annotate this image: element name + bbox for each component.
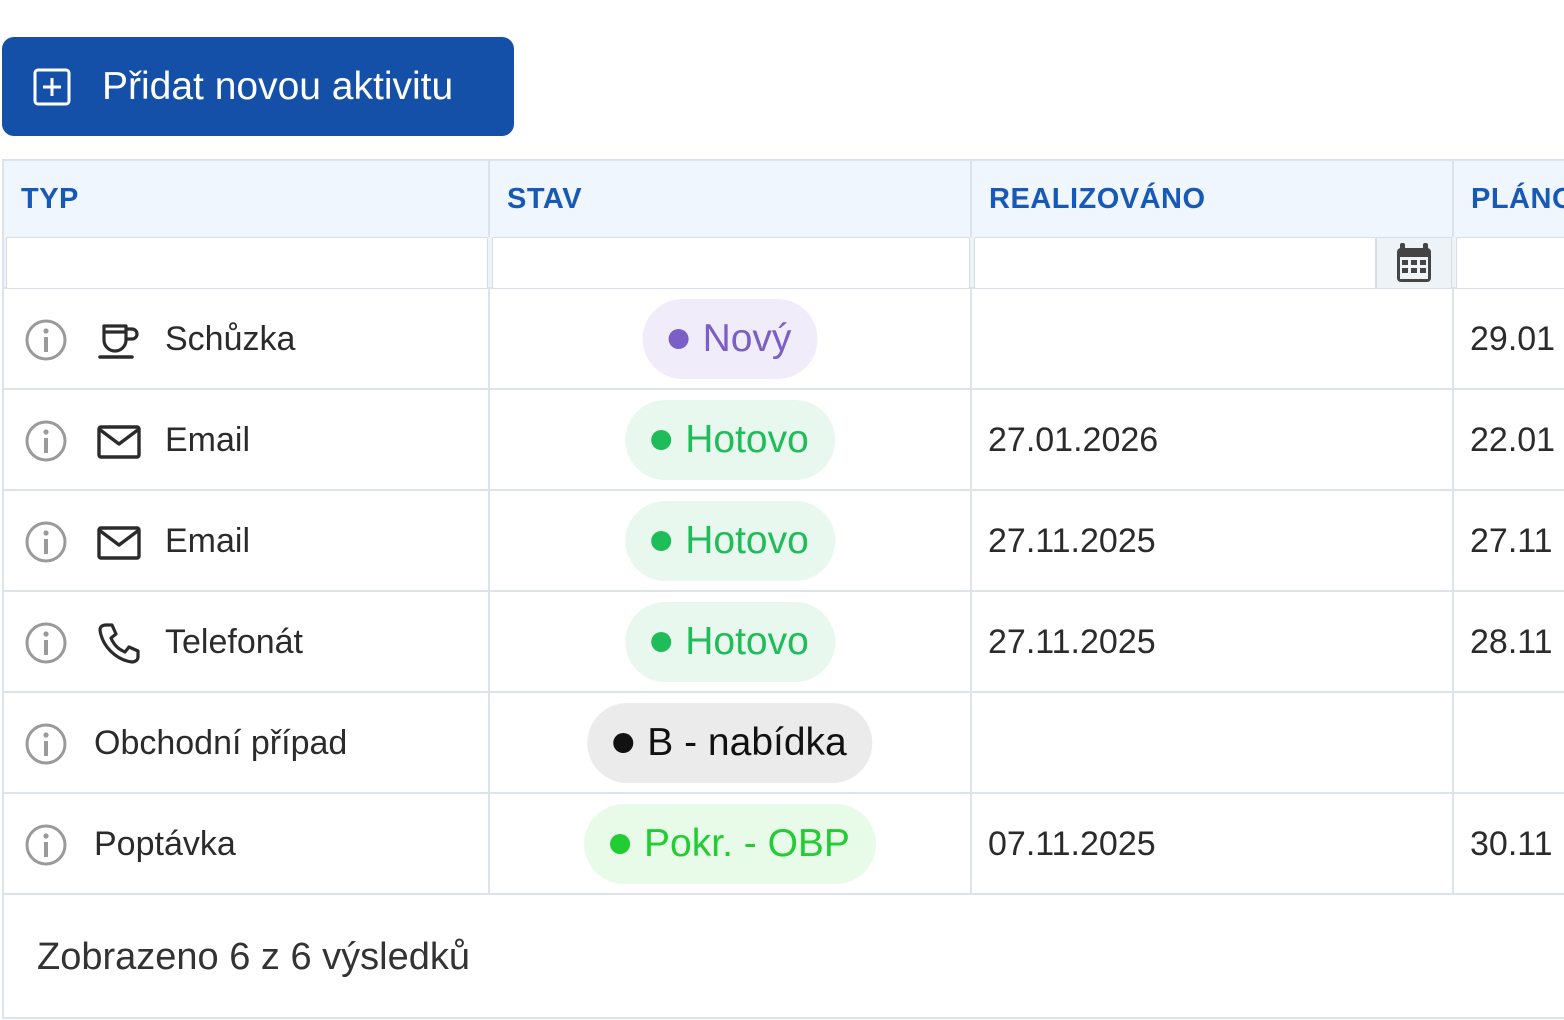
table-footer: Zobrazeno 6 z 6 výsledků bbox=[4, 895, 1564, 1017]
cell-typ: Obchodní případ bbox=[4, 693, 488, 792]
calendar-button[interactable] bbox=[1376, 237, 1452, 289]
type-label: Telefonát bbox=[165, 623, 303, 661]
type-label: Obchodní případ bbox=[94, 724, 348, 762]
cell-stav: Nový bbox=[490, 289, 970, 388]
info-icon[interactable] bbox=[24, 419, 68, 463]
envelope-icon bbox=[96, 520, 142, 564]
status-label: Pokr. - OBP bbox=[644, 822, 850, 865]
cell-planovano: 29.01 bbox=[1454, 289, 1564, 388]
cell-typ: Telefonát bbox=[4, 592, 488, 691]
planned-date: 22.01 bbox=[1470, 421, 1556, 459]
cell-realizovano: 07.11.2025 bbox=[972, 794, 1452, 893]
cell-typ: Poptávka bbox=[4, 794, 488, 893]
info-icon[interactable] bbox=[24, 520, 68, 564]
cell-planovano bbox=[1454, 693, 1564, 792]
status-badge: Hotovo bbox=[625, 501, 835, 581]
status-dot bbox=[610, 834, 631, 854]
status-dot bbox=[668, 329, 689, 349]
info-icon[interactable] bbox=[24, 722, 68, 766]
planned-date: 28.11 bbox=[1470, 623, 1553, 661]
column-header-typ[interactable]: TYP bbox=[4, 161, 490, 237]
filter-realizovano-input[interactable] bbox=[974, 237, 1376, 289]
planned-date: 27.11 bbox=[1470, 522, 1553, 560]
cell-planovano: 22.01 bbox=[1454, 390, 1564, 489]
status-dot bbox=[651, 531, 672, 551]
column-header-realizovano[interactable]: REALIZOVÁNO bbox=[972, 161, 1454, 237]
results-summary: Zobrazeno 6 z 6 výsledků bbox=[37, 936, 471, 978]
cell-planovano: 28.11 bbox=[1454, 592, 1564, 691]
cell-stav: Hotovo bbox=[490, 390, 970, 489]
filter-planovano-input[interactable] bbox=[1456, 237, 1564, 289]
status-label: Nový bbox=[702, 317, 792, 360]
envelope-icon bbox=[96, 419, 142, 463]
status-badge: B - nabídka bbox=[587, 703, 873, 783]
type-label: Poptávka bbox=[94, 825, 236, 863]
planned-date: 29.01 bbox=[1470, 320, 1556, 358]
table-row[interactable]: Email Hotovo 27.11.2025 27.11 bbox=[4, 491, 1564, 592]
filter-row bbox=[4, 237, 1564, 289]
cell-stav: Hotovo bbox=[490, 491, 970, 590]
column-header-stav[interactable]: STAV bbox=[490, 161, 972, 237]
status-dot bbox=[613, 733, 634, 753]
cell-realizovano: 27.01.2026 bbox=[972, 390, 1452, 489]
status-label: Hotovo bbox=[685, 418, 809, 461]
cell-planovano: 27.11 bbox=[1454, 491, 1564, 590]
cell-realizovano bbox=[972, 693, 1452, 792]
cell-stav: B - nabídka bbox=[490, 693, 970, 792]
status-label: B - nabídka bbox=[647, 721, 847, 764]
realized-date: 27.11.2025 bbox=[988, 522, 1156, 560]
table-row[interactable]: Telefonát Hotovo 27.11.2025 28.11 bbox=[4, 592, 1564, 693]
cell-stav: Hotovo bbox=[490, 592, 970, 691]
info-icon[interactable] bbox=[24, 318, 68, 362]
add-activity-button[interactable]: Přidat novou aktivitu bbox=[2, 37, 514, 136]
status-label: Hotovo bbox=[685, 519, 809, 562]
info-icon[interactable] bbox=[24, 621, 68, 665]
table-row[interactable]: Schůzka Nový 29.01 bbox=[4, 289, 1564, 390]
cell-realizovano: 27.11.2025 bbox=[972, 592, 1452, 691]
cell-realizovano bbox=[972, 289, 1452, 388]
realized-date: 27.11.2025 bbox=[988, 623, 1156, 661]
cell-planovano: 30.11 bbox=[1454, 794, 1564, 893]
type-label: Email bbox=[165, 421, 251, 459]
status-badge: Hotovo bbox=[625, 400, 835, 480]
plus-square-icon bbox=[33, 68, 71, 106]
status-badge: Hotovo bbox=[625, 602, 835, 682]
type-label: Schůzka bbox=[165, 320, 296, 358]
coffee-cup-icon bbox=[96, 318, 142, 362]
planned-date: 30.11 bbox=[1470, 825, 1553, 863]
table-header: TYP STAV REALIZOVÁNO PLÁNOVÁNO bbox=[4, 161, 1564, 237]
status-badge: Pokr. - OBP bbox=[584, 804, 876, 884]
cell-typ: Email bbox=[4, 491, 488, 590]
status-label: Hotovo bbox=[685, 620, 809, 663]
table-row[interactable]: Obchodní případ B - nabídka bbox=[4, 693, 1564, 794]
status-dot bbox=[651, 430, 672, 450]
calendar-icon bbox=[1397, 243, 1431, 282]
column-header-planovano[interactable]: PLÁNOVÁNO bbox=[1454, 161, 1564, 237]
type-label: Email bbox=[165, 522, 251, 560]
realized-date: 27.01.2026 bbox=[988, 421, 1159, 459]
status-badge: Nový bbox=[642, 299, 818, 379]
activities-table: TYP STAV REALIZOVÁNO PLÁNOVÁNO bbox=[2, 159, 1564, 1019]
filter-stav-input[interactable] bbox=[492, 237, 970, 289]
cell-typ: Schůzka bbox=[4, 289, 488, 388]
cell-realizovano: 27.11.2025 bbox=[972, 491, 1452, 590]
filter-typ-input[interactable] bbox=[6, 237, 488, 289]
table-row[interactable]: Email Hotovo 27.01.2026 22.01 bbox=[4, 390, 1564, 491]
table-row[interactable]: Poptávka Pokr. - OBP 07.11.2025 30.11 bbox=[4, 794, 1564, 895]
phone-icon bbox=[96, 621, 142, 665]
info-icon[interactable] bbox=[24, 823, 68, 867]
cell-typ: Email bbox=[4, 390, 488, 489]
status-dot bbox=[651, 632, 672, 652]
cell-stav: Pokr. - OBP bbox=[490, 794, 970, 893]
realized-date: 07.11.2025 bbox=[988, 825, 1156, 863]
add-activity-label: Přidat novou aktivitu bbox=[102, 65, 454, 108]
